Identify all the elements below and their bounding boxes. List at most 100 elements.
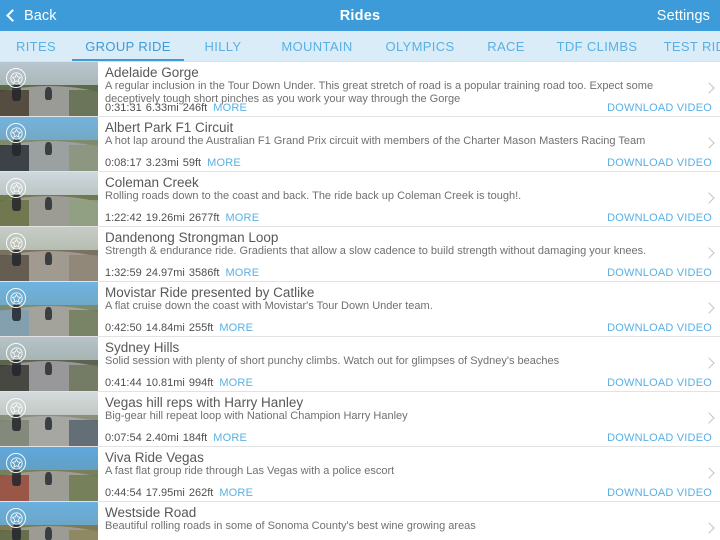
ride-description: A flat cruise down the coast with Movist… [105, 300, 433, 312]
more-link[interactable]: MORE [213, 102, 247, 114]
ride-elevation: 994ft [188, 377, 214, 389]
ride-distance: 2.40mi [145, 432, 179, 444]
wheel-star-badge-icon [6, 233, 26, 253]
ride-meta-row: 0:42:50 14.84mi 255ft MORE DOWNLOAD VIDEO [105, 322, 712, 334]
tab-group-ride[interactable]: GROUP RIDE [72, 31, 184, 61]
tab-mountain[interactable]: MOUNTAIN [262, 31, 372, 61]
download-video-link[interactable]: DOWNLOAD VIDEO [607, 267, 712, 279]
ride-stats: 0:44:54 17.95mi 262ft [105, 487, 213, 499]
settings-button[interactable]: Settings [657, 8, 720, 24]
tab-tdf-climbs[interactable]: TDF CLIMBS [544, 31, 650, 61]
ride-title: Albert Park F1 Circuit [105, 120, 234, 135]
back-button-label: Back [24, 7, 57, 24]
ride-title: Westside Road [105, 505, 197, 520]
chevron-left-icon [6, 9, 19, 22]
ride-meta-row: 1:32:59 24.97mi 3586ft MORE DOWNLOAD VIDEO [105, 267, 712, 279]
more-link[interactable]: MORE [225, 267, 259, 279]
ride-row[interactable]: Sydney Hills Solid session with plenty of… [0, 337, 720, 392]
wheel-star-badge-icon [6, 453, 26, 473]
ride-elevation: 184ft [182, 432, 208, 444]
ride-stats: 0:07:54 2.40mi 184ft [105, 432, 207, 444]
ride-row[interactable]: Coleman Creek Rolling roads down to the c… [0, 172, 720, 227]
download-video-link[interactable]: DOWNLOAD VIDEO [607, 157, 712, 169]
back-button[interactable]: Back [0, 0, 57, 31]
ride-description: Rolling roads down to the coast and back… [105, 190, 522, 202]
more-link[interactable]: MORE [225, 212, 259, 224]
tab-rites[interactable]: RITES [0, 31, 72, 61]
ride-duration: 0:44:54 [105, 487, 142, 499]
ride-duration: 0:42:50 [105, 322, 142, 334]
wheel-star-badge-icon [6, 68, 26, 88]
download-video-link[interactable]: DOWNLOAD VIDEO [607, 212, 712, 224]
more-link[interactable]: MORE [219, 377, 253, 389]
ride-duration: 0:31:31 [105, 102, 142, 114]
ride-title: Adelaide Gorge [105, 65, 199, 80]
ride-title: Vegas hill reps with Harry Hanley [105, 395, 304, 410]
ride-title: Dandenong Strongman Loop [105, 230, 279, 245]
ride-content: Adelaide Gorge A regular inclusion in the… [98, 62, 720, 116]
ride-row[interactable]: Viva Ride Vegas A fast flat group ride th… [0, 447, 720, 502]
ride-description: Solid session with plenty of short punch… [105, 355, 560, 367]
more-link[interactable]: MORE [219, 487, 253, 499]
tab-label: RACE [487, 38, 525, 54]
ride-content: Vegas hill reps with Harry Hanley Big-gea… [98, 392, 720, 446]
download-video-link[interactable]: DOWNLOAD VIDEO [607, 322, 712, 334]
ride-list[interactable]: Adelaide Gorge A regular inclusion in the… [0, 62, 720, 540]
ride-meta-row: 0:07:54 2.40mi 184ft MORE DOWNLOAD VIDEO [105, 432, 712, 444]
ride-duration: 0:08:17 [105, 157, 142, 169]
ride-description: A fast flat group ride through Las Vegas… [105, 465, 395, 477]
ride-elevation: 2677ft [188, 212, 220, 224]
ride-row[interactable]: Albert Park F1 Circuit A hot lap around t… [0, 117, 720, 172]
ride-row[interactable]: Movistar Ride presented by Catlike A flat… [0, 282, 720, 337]
download-video-link[interactable]: DOWNLOAD VIDEO [607, 432, 712, 444]
tab-olympics[interactable]: OLYMPICS [372, 31, 468, 61]
ride-elevation: 246ft [182, 102, 208, 114]
tab-label: MOUNTAIN [281, 38, 353, 54]
tab-race[interactable]: RACE [468, 31, 544, 61]
ride-thumbnail [0, 502, 98, 540]
ride-row[interactable]: Dandenong Strongman Loop Strength & endur… [0, 227, 720, 282]
tab-label: TEST RIDE [663, 38, 720, 54]
tab-label: TDF CLIMBS [556, 38, 638, 54]
ride-duration: 1:22:42 [105, 212, 142, 224]
more-link[interactable]: MORE [207, 157, 241, 169]
ride-description: Strength & endurance ride. Gradients tha… [105, 245, 647, 257]
ride-row[interactable]: Adelaide Gorge A regular inclusion in the… [0, 62, 720, 117]
more-link[interactable]: MORE [213, 432, 247, 444]
ride-content: Westside Road Beautiful rolling roads in … [98, 502, 720, 540]
ride-elevation: 262ft [188, 487, 214, 499]
ride-thumbnail [0, 337, 98, 391]
category-tab-bar[interactable]: RITES GROUP RIDE HILLY MOUNTAIN OLYMPICS RACE… [0, 31, 720, 62]
ride-duration: 0:07:54 [105, 432, 142, 444]
ride-distance: 3.23mi [145, 157, 179, 169]
ride-thumbnail [0, 172, 98, 226]
ride-meta-row: 0:08:17 3.23mi 59ft MORE DOWNLOAD VIDEO [105, 157, 712, 169]
ride-stats: 0:41:44 10.81mi 994ft [105, 377, 213, 389]
download-video-link[interactable]: DOWNLOAD VIDEO [607, 487, 712, 499]
ride-content: Albert Park F1 Circuit A hot lap around t… [98, 117, 720, 171]
ride-elevation: 3586ft [188, 267, 220, 279]
download-video-link[interactable]: DOWNLOAD VIDEO [607, 377, 712, 389]
ride-stats: 1:22:42 19.26mi 2677ft [105, 212, 219, 224]
tab-hilly[interactable]: HILLY [184, 31, 262, 61]
ride-thumbnail [0, 392, 98, 446]
ride-thumbnail [0, 227, 98, 281]
ride-duration: 0:41:44 [105, 377, 142, 389]
tab-label: RITES [15, 38, 57, 54]
ride-distance: 24.97mi [145, 267, 185, 279]
ride-description: Beautiful rolling roads in some of Sonom… [105, 520, 476, 532]
more-link[interactable]: MORE [219, 322, 253, 334]
tab-label: OLYMPICS [385, 38, 455, 54]
download-video-link[interactable]: DOWNLOAD VIDEO [607, 102, 712, 114]
ride-thumbnail [0, 447, 98, 501]
ride-row[interactable]: Vegas hill reps with Harry Hanley Big-gea… [0, 392, 720, 447]
ride-description: Big-gear hill repeat loop with National … [105, 410, 408, 422]
app-root: Back Rides Settings RITES GROUP RIDE HILLY… [0, 0, 720, 540]
ride-distance: 19.26mi [145, 212, 185, 224]
navigation-bar: Back Rides Settings [0, 0, 720, 31]
ride-title: Movistar Ride presented by Catlike [105, 285, 315, 300]
tab-test-ride[interactable]: TEST RIDE [650, 31, 720, 61]
ride-elevation: 255ft [188, 322, 214, 334]
ride-content: Viva Ride Vegas A fast flat group ride th… [98, 447, 720, 501]
ride-row[interactable]: Westside Road Beautiful rolling roads in … [0, 502, 720, 540]
